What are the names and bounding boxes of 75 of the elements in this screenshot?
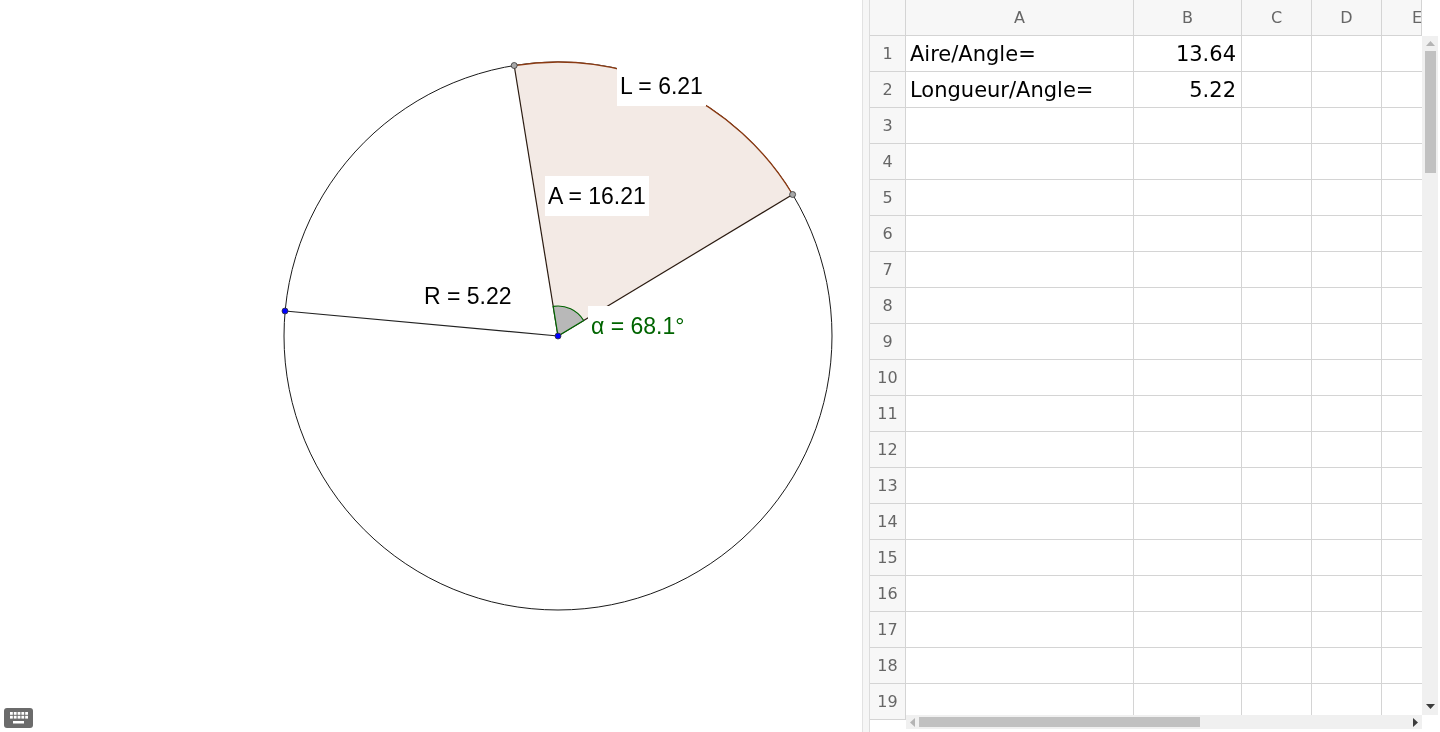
arc-length-label: L = 6.21 <box>617 66 706 106</box>
empty-table-cell <box>1312 504 1382 540</box>
empty-table-cell <box>1242 144 1312 180</box>
empty-table-cell <box>1312 540 1382 576</box>
triangle-left-icon[interactable] <box>910 717 915 727</box>
row-header[interactable]: 9 <box>870 324 906 360</box>
row-header[interactable]: 6 <box>870 216 906 252</box>
column-header[interactable]: C <box>1242 0 1312 36</box>
empty-table-cell <box>1312 288 1382 324</box>
empty-table-cell <box>1242 180 1312 216</box>
triangle-right-icon[interactable] <box>1413 717 1418 727</box>
empty-table-cell <box>1312 252 1382 288</box>
table-cell: Aire/Angle= <box>906 36 1134 72</box>
keyboard-icon[interactable] <box>4 708 33 728</box>
empty-table-cell <box>1312 396 1382 432</box>
empty-table-cell <box>1242 288 1312 324</box>
row-header[interactable]: 4 <box>870 144 906 180</box>
column-header[interactable]: A <box>906 0 1134 36</box>
triangle-up-icon[interactable] <box>1425 41 1435 46</box>
empty-table-cell <box>1242 252 1312 288</box>
column-header[interactable]: B <box>1134 0 1242 36</box>
sheet-corner[interactable] <box>870 0 906 36</box>
scrollbar-thumb[interactable] <box>919 717 1200 727</box>
row-header[interactable]: 5 <box>870 180 906 216</box>
vertical-scrollbar[interactable] <box>1422 36 1438 715</box>
empty-table-cell <box>1312 576 1382 612</box>
column-header[interactable]: D <box>1312 0 1382 36</box>
row-header[interactable]: 14 <box>870 504 906 540</box>
empty-table-cell <box>1242 504 1312 540</box>
empty-table-cell <box>1242 360 1312 396</box>
row-header[interactable]: 19 <box>870 684 906 720</box>
scrollbar-thumb[interactable] <box>1424 51 1436 173</box>
empty-table-cell <box>1312 180 1382 216</box>
angle-wedge-icon <box>552 305 585 337</box>
empty-table-cell <box>1242 72 1312 108</box>
empty-table-cell <box>1242 540 1312 576</box>
triangle-down-icon[interactable] <box>1425 704 1435 709</box>
row-header[interactable]: 16 <box>870 576 906 612</box>
empty-table-cell <box>1242 216 1312 252</box>
empty-table-cell <box>1312 108 1382 144</box>
empty-table-cell <box>1242 432 1312 468</box>
empty-table-cell <box>1242 612 1312 648</box>
row-header[interactable]: 15 <box>870 540 906 576</box>
row-header[interactable]: 18 <box>870 648 906 684</box>
row-header[interactable]: 3 <box>870 108 906 144</box>
empty-table-cell <box>1242 108 1312 144</box>
empty-table-cell <box>1242 468 1312 504</box>
row-header[interactable]: 11 <box>870 396 906 432</box>
row-header[interactable]: 2 <box>870 72 906 108</box>
empty-table-cell <box>1312 468 1382 504</box>
row-header[interactable]: 10 <box>870 360 906 396</box>
empty-table-cell <box>1242 36 1312 72</box>
column-header[interactable]: E <box>1382 0 1422 36</box>
horizontal-scrollbar[interactable] <box>906 715 1422 729</box>
area-label: A = 16.21 <box>545 176 649 216</box>
empty-table-cell <box>1312 612 1382 648</box>
row-header[interactable]: 1 <box>870 36 906 72</box>
table-cell: 13.64 <box>1134 36 1242 72</box>
row-header[interactable]: 7 <box>870 252 906 288</box>
row-header[interactable]: 13 <box>870 468 906 504</box>
empty-table-cell <box>1312 432 1382 468</box>
table-cell: 5.22 <box>1134 72 1242 108</box>
empty-table-cell <box>1312 144 1382 180</box>
empty-table-cell <box>1312 324 1382 360</box>
row-header[interactable]: 12 <box>870 432 906 468</box>
empty-table-cell <box>1312 72 1382 108</box>
empty-table-cell <box>1242 396 1312 432</box>
empty-table-cell <box>1242 324 1312 360</box>
row-header[interactable]: 17 <box>870 612 906 648</box>
empty-table-cell <box>1312 216 1382 252</box>
empty-table-cell <box>1312 360 1382 396</box>
empty-table-cell <box>1242 576 1312 612</box>
empty-table-cell <box>1312 36 1382 72</box>
row-header[interactable]: 8 <box>870 288 906 324</box>
table-cell: Longueur/Angle= <box>906 72 1134 108</box>
